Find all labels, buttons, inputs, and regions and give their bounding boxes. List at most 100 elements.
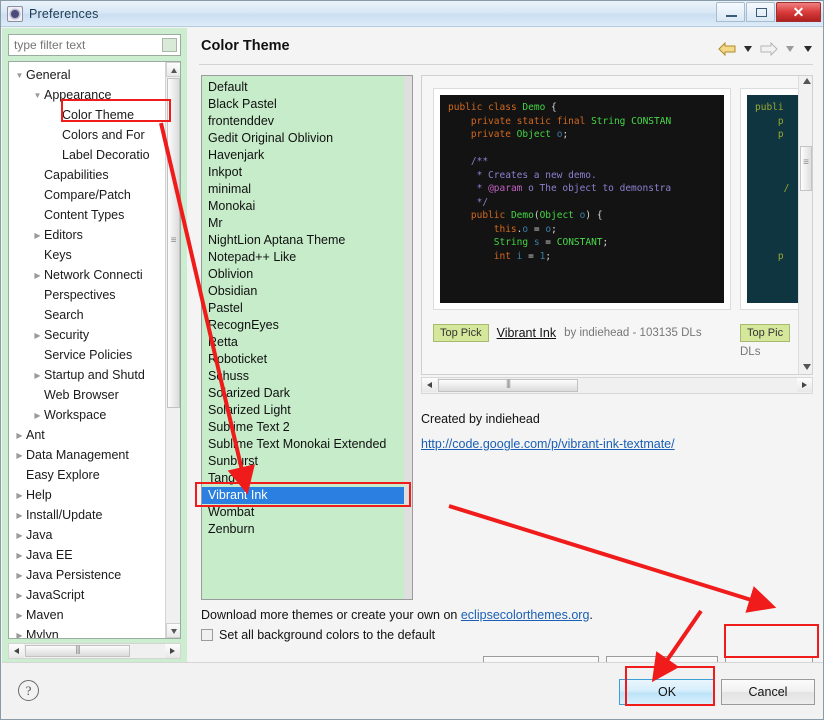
- theme-list-item[interactable]: Sublime Text 2: [202, 419, 412, 436]
- twisty-collapsed-icon[interactable]: ▶: [13, 506, 26, 526]
- maximize-button[interactable]: [746, 2, 775, 22]
- theme-list-item[interactable]: Inkpot: [202, 164, 412, 181]
- theme-list-item[interactable]: Roboticket: [202, 351, 412, 368]
- back-arrow-icon[interactable]: [717, 40, 737, 58]
- theme-list-item[interactable]: Schuss: [202, 368, 412, 385]
- preview-hscroll-thumb[interactable]: [438, 378, 578, 392]
- tree-item-general[interactable]: ▼ General: [9, 65, 167, 85]
- tree-item-startup-and-shutd[interactable]: ▶ Startup and Shutd: [9, 365, 167, 385]
- preview-horizontal-scrollbar[interactable]: [421, 377, 813, 394]
- tree-hscroll-thumb[interactable]: [25, 644, 130, 657]
- theme-list-item[interactable]: Zenburn: [202, 521, 412, 538]
- tree-item-search[interactable]: ▸Search: [9, 305, 167, 325]
- ok-button[interactable]: OK: [619, 679, 715, 705]
- tree-item-color-theme[interactable]: ▸Color Theme: [9, 105, 167, 125]
- theme-list-item[interactable]: Gedit Original Oblivion: [202, 130, 412, 147]
- preview-scroll-up-icon[interactable]: [803, 78, 811, 84]
- tree-item-capabilities[interactable]: ▸Capabilities: [9, 165, 167, 185]
- tree-item-java-ee[interactable]: ▶ Java EE: [9, 545, 167, 565]
- twisty-collapsed-icon[interactable]: ▶: [13, 526, 26, 546]
- theme-list-item[interactable]: Retta: [202, 334, 412, 351]
- theme-list-item[interactable]: Oblivion: [202, 266, 412, 283]
- tree-item-ant[interactable]: ▶ Ant: [9, 425, 167, 445]
- theme-list-item[interactable]: Vibrant Ink: [202, 487, 412, 504]
- twisty-collapsed-icon[interactable]: ▶: [13, 626, 26, 638]
- preview-card-primary[interactable]: public class Demo { private static final…: [433, 88, 731, 310]
- filter-box[interactable]: [8, 34, 181, 56]
- twisty-collapsed-icon[interactable]: ▶: [31, 406, 44, 426]
- tree-item-editors[interactable]: ▶ Editors: [9, 225, 167, 245]
- tree-item-data-management[interactable]: ▶ Data Management: [9, 445, 167, 465]
- twisty-collapsed-icon[interactable]: ▶: [31, 226, 44, 246]
- theme-list-item[interactable]: Mr: [202, 215, 412, 232]
- search-input[interactable]: [9, 36, 154, 54]
- close-button[interactable]: ✕: [776, 2, 821, 22]
- theme-list[interactable]: Default Black Pastel frontenddev Gedit Orig…: [201, 75, 413, 600]
- twisty-collapsed-icon[interactable]: ▶: [13, 546, 26, 566]
- tree-item-web-browser[interactable]: ▸Web Browser: [9, 385, 167, 405]
- theme-list-item[interactable]: NightLion Aptana Theme: [202, 232, 412, 249]
- tree-item-javascript[interactable]: ▶ JavaScript: [9, 585, 167, 605]
- preview-scroll-right-button[interactable]: [797, 378, 812, 392]
- scroll-right-button[interactable]: [165, 644, 180, 658]
- tree-item-network-connecti[interactable]: ▶ Network Connecti: [9, 265, 167, 285]
- set-default-bg-checkbox[interactable]: [201, 629, 213, 641]
- help-icon[interactable]: ?: [18, 680, 39, 701]
- tree-item-compare-patch[interactable]: ▸Compare/Patch: [9, 185, 167, 205]
- tree-item-maven[interactable]: ▶ Maven: [9, 605, 167, 625]
- back-dropdown-icon[interactable]: [744, 46, 752, 52]
- preview-scroll-thumb[interactable]: [800, 146, 812, 191]
- twisty-collapsed-icon[interactable]: ▶: [13, 426, 26, 446]
- tree-item-install-update[interactable]: ▶ Install/Update: [9, 505, 167, 525]
- theme-list-item[interactable]: RecognEyes: [202, 317, 412, 334]
- cancel-button[interactable]: Cancel: [721, 679, 815, 705]
- twisty-collapsed-icon[interactable]: ▶: [13, 586, 26, 606]
- twisty-expanded-icon[interactable]: ▼: [13, 66, 26, 86]
- theme-list-item[interactable]: minimal: [202, 181, 412, 198]
- clear-filter-icon[interactable]: [162, 38, 177, 52]
- theme-list-item[interactable]: Havenjark: [202, 147, 412, 164]
- preferences-tree[interactable]: ▼General▼Appearance▸Color Theme▸Colors a…: [8, 61, 181, 639]
- tree-item-perspectives[interactable]: ▸Perspectives: [9, 285, 167, 305]
- tree-item-workspace[interactable]: ▶ Workspace: [9, 405, 167, 425]
- tree-item-security[interactable]: ▶ Security: [9, 325, 167, 345]
- theme-list-item[interactable]: Default: [202, 79, 412, 96]
- tree-item-java-persistence[interactable]: ▶ Java Persistence: [9, 565, 167, 585]
- theme-list-item[interactable]: Black Pastel: [202, 96, 412, 113]
- preview-scroll-left-button[interactable]: [422, 378, 437, 392]
- twisty-collapsed-icon[interactable]: ▶: [13, 566, 26, 586]
- theme-list-item[interactable]: Sunburst: [202, 453, 412, 470]
- theme-list-item[interactable]: Pastel: [202, 300, 412, 317]
- preview-theme-name[interactable]: Vibrant Ink: [497, 326, 557, 340]
- theme-list-item[interactable]: Solarized Dark: [202, 385, 412, 402]
- twisty-collapsed-icon[interactable]: ▶: [31, 366, 44, 386]
- preview-scroll-down-icon[interactable]: [803, 364, 811, 370]
- theme-list-item[interactable]: Tango: [202, 470, 412, 487]
- tree-item-help[interactable]: ▶ Help: [9, 485, 167, 505]
- preview-vertical-scrollbar[interactable]: [798, 76, 812, 374]
- theme-list-scrollbar[interactable]: [404, 76, 412, 599]
- tree-item-java[interactable]: ▶ Java: [9, 525, 167, 545]
- tree-item-label-decoratio[interactable]: ▸Label Decoratio: [9, 145, 167, 165]
- tree-item-content-types[interactable]: ▸Content Types: [9, 205, 167, 225]
- tree-vertical-scrollbar[interactable]: [165, 62, 180, 638]
- minimize-button[interactable]: [716, 2, 745, 22]
- tree-item-easy-explore[interactable]: ▸Easy Explore: [9, 465, 167, 485]
- twisty-collapsed-icon[interactable]: ▶: [13, 486, 26, 506]
- scroll-left-button[interactable]: [9, 644, 24, 658]
- tree-item-service-policies[interactable]: ▸Service Policies: [9, 345, 167, 365]
- eclipsecolorthemes-link[interactable]: eclipsecolorthemes.org: [461, 608, 590, 622]
- twisty-collapsed-icon[interactable]: ▶: [13, 446, 26, 466]
- tree-item-colors-and-for[interactable]: ▸Colors and For: [9, 125, 167, 145]
- view-menu-icon[interactable]: [804, 46, 812, 52]
- theme-homepage-link[interactable]: http://code.google.com/p/vibrant-ink-tex…: [421, 437, 675, 451]
- twisty-expanded-icon[interactable]: ▼: [31, 86, 44, 106]
- twisty-collapsed-icon[interactable]: ▶: [31, 326, 44, 346]
- scroll-up-button[interactable]: [166, 62, 180, 77]
- theme-list-item[interactable]: frontenddev: [202, 113, 412, 130]
- tree-scroll-thumb[interactable]: [167, 78, 180, 408]
- tree-item-mylyn[interactable]: ▶ Mylyn: [9, 625, 167, 638]
- twisty-collapsed-icon[interactable]: ▶: [31, 266, 44, 286]
- theme-list-item[interactable]: Solarized Light: [202, 402, 412, 419]
- theme-list-item[interactable]: Obsidian: [202, 283, 412, 300]
